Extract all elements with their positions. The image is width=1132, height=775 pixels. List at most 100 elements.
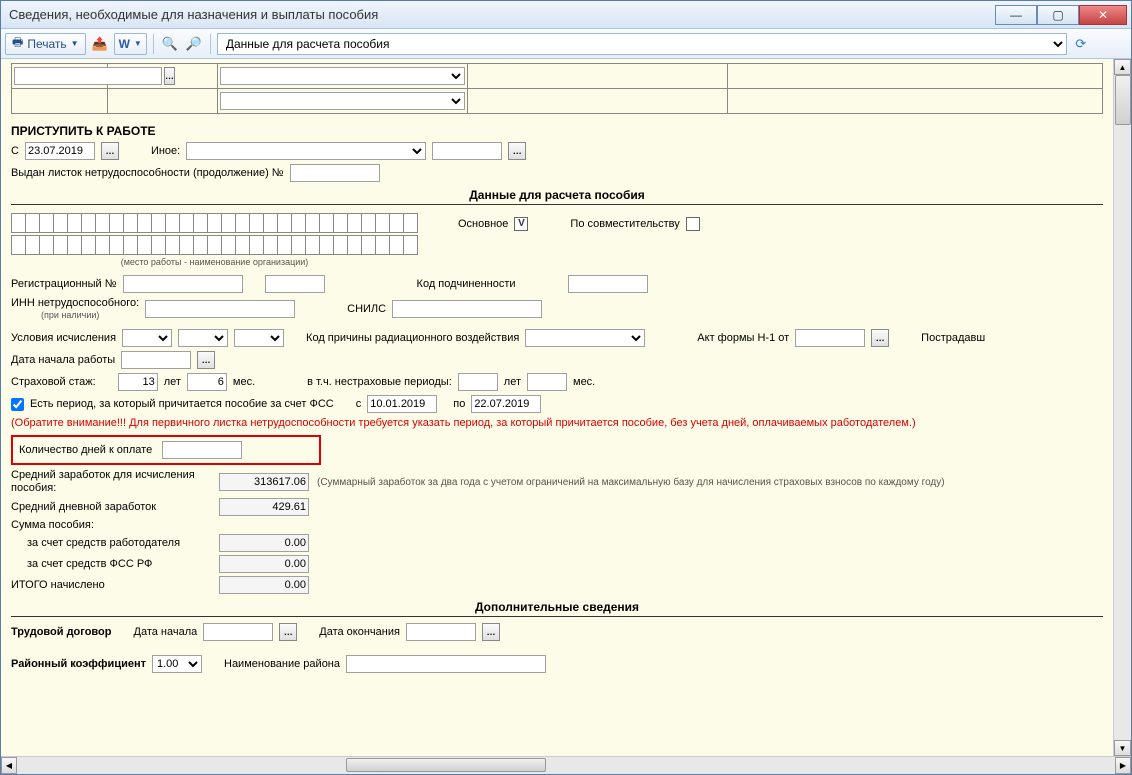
- nonins-years-unit: лет: [504, 376, 521, 388]
- grid-select-2[interactable]: [220, 92, 465, 110]
- chevron-down-icon: ▼: [71, 39, 79, 48]
- vertical-scrollbar[interactable]: ▲ ▼: [1113, 59, 1131, 756]
- employer-sum-value: [219, 534, 309, 552]
- cond-select-1[interactable]: [122, 329, 172, 347]
- scroll-right-button[interactable]: ▶: [1115, 757, 1131, 774]
- ins-years-input[interactable]: [118, 373, 158, 391]
- grid-row: [11, 89, 1103, 114]
- ellipsis-button[interactable]: …: [101, 142, 119, 160]
- cond-select-2[interactable]: [178, 329, 228, 347]
- fss-period-checkbox[interactable]: [11, 398, 24, 411]
- zoom-in-icon[interactable]: 🔍: [160, 33, 180, 55]
- inn-input[interactable]: [145, 300, 295, 318]
- grid-row: …: [11, 63, 1103, 89]
- fss-from-label: с: [356, 398, 362, 410]
- section-select[interactable]: Данные для расчета пособия: [217, 33, 1067, 55]
- secondary-checkbox[interactable]: [686, 217, 700, 231]
- act-date-input[interactable]: [795, 329, 865, 347]
- scroll-left-button[interactable]: ◀: [1, 757, 17, 774]
- refresh-icon[interactable]: ⟳: [1071, 33, 1091, 55]
- separator: [153, 34, 154, 54]
- fss-to-input[interactable]: [471, 395, 541, 413]
- region-coef-select[interactable]: 1.00: [152, 655, 202, 673]
- nonins-years-input[interactable]: [458, 373, 498, 391]
- region-name-label: Наименование района: [224, 658, 340, 670]
- calc-cond-label: Условия исчисления: [11, 332, 116, 344]
- victim-label: Пострадавш: [921, 332, 985, 344]
- reg-no-input2[interactable]: [265, 275, 325, 293]
- ellipsis-button[interactable]: …: [871, 329, 889, 347]
- rad-code-label: Код причины радиационного воздействия: [306, 332, 519, 344]
- separator: [210, 34, 211, 54]
- reg-no-input[interactable]: [123, 275, 243, 293]
- ellipsis-button[interactable]: …: [482, 623, 500, 641]
- close-button[interactable]: ✕: [1079, 5, 1127, 25]
- export-icon[interactable]: 📤: [90, 33, 110, 55]
- horizontal-scrollbar[interactable]: ◀ ▶: [1, 756, 1131, 774]
- employer-label: за счет средств работодателя: [11, 537, 211, 549]
- continuation-number-input[interactable]: [290, 164, 380, 182]
- other-select[interactable]: [186, 142, 426, 160]
- top-grid: …: [11, 63, 1103, 114]
- region-coef-label: Районный коэффициент: [11, 658, 146, 670]
- content: … ПРИСТУПИТЬ К РАБОТЕ С …: [1, 59, 1113, 756]
- avg-earn-value: [219, 473, 309, 491]
- ins-months-input[interactable]: [187, 373, 227, 391]
- workplace-row2[interactable]: [11, 235, 418, 255]
- zoom-out-icon[interactable]: 🔎: [184, 33, 204, 55]
- grid-select-1[interactable]: [220, 67, 465, 85]
- total-label: ИТОГО начислено: [11, 579, 211, 591]
- ins-months-unit: мес.: [233, 376, 255, 388]
- window-buttons: — ▢ ✕: [995, 5, 1127, 25]
- app-window: Сведения, необходимые для назначения и в…: [0, 0, 1132, 775]
- workplace-row1[interactable]: [11, 213, 418, 233]
- content-wrap: … ПРИСТУПИТЬ К РАБОТЕ С …: [1, 59, 1131, 756]
- ins-period-label: Страховой стаж:: [11, 376, 96, 388]
- snils-label: СНИЛС: [347, 303, 386, 315]
- ellipsis-button[interactable]: …: [197, 351, 215, 369]
- cond-select-3[interactable]: [234, 329, 284, 347]
- scroll-thumb-h[interactable]: [346, 758, 546, 772]
- avg-daily-label: Средний дневной заработок: [11, 501, 211, 513]
- nonins-months-input[interactable]: [527, 373, 567, 391]
- word-button[interactable]: W▼: [114, 33, 147, 55]
- contract-end-input[interactable]: [406, 623, 476, 641]
- ellipsis-button[interactable]: …: [508, 142, 526, 160]
- act-label: Акт формы Н-1 от: [697, 332, 789, 344]
- sub-code-input[interactable]: [568, 275, 648, 293]
- sum-label: Сумма пособия:: [11, 519, 211, 531]
- contract-start-label: Дата начала: [134, 626, 198, 638]
- warning-text: (Обратите внимание!!! Для первичного лис…: [11, 417, 1103, 429]
- fss-period-label: Есть период, за который причитается посо…: [30, 398, 334, 410]
- snils-input[interactable]: [392, 300, 542, 318]
- ellipsis-button[interactable]: …: [279, 623, 297, 641]
- contract-start-input[interactable]: [203, 623, 273, 641]
- printer-icon: 🖶: [12, 33, 23, 54]
- calc-heading: Данные для расчета пособия: [11, 188, 1103, 205]
- print-label: Печать: [27, 37, 66, 51]
- start-date-input[interactable]: [121, 351, 191, 369]
- region-name-input[interactable]: [346, 655, 546, 673]
- days-input[interactable]: [162, 441, 242, 459]
- rad-code-select[interactable]: [525, 329, 645, 347]
- primary-checkbox[interactable]: [514, 217, 528, 231]
- reg-no-label: Регистрационный №: [11, 278, 117, 290]
- total-sum-value: [219, 576, 309, 594]
- fss-from-input[interactable]: [367, 395, 437, 413]
- minimize-button[interactable]: —: [995, 5, 1037, 25]
- maximize-button[interactable]: ▢: [1037, 5, 1079, 25]
- from-label: С: [11, 145, 19, 157]
- other-label: Иное:: [151, 145, 180, 157]
- scroll-down-button[interactable]: ▼: [1114, 740, 1131, 756]
- fss-to-label: по: [453, 398, 465, 410]
- from-date-input[interactable]: [25, 142, 95, 160]
- other-date-input[interactable]: [432, 142, 502, 160]
- start-date-label: Дата начала работы: [11, 354, 115, 366]
- days-label: Количество дней к оплате: [19, 444, 152, 456]
- scroll-thumb[interactable]: [1115, 75, 1131, 125]
- sub-code-label: Код подчиненности: [417, 278, 516, 290]
- scroll-up-button[interactable]: ▲: [1114, 59, 1131, 75]
- print-button[interactable]: 🖶 Печать ▼: [5, 33, 86, 55]
- workplace-grid-block: (место работы - наименование организации…: [11, 211, 418, 267]
- toolbar: 🖶 Печать ▼ 📤 W▼ 🔍 🔎 Данные для расчета п…: [1, 29, 1131, 59]
